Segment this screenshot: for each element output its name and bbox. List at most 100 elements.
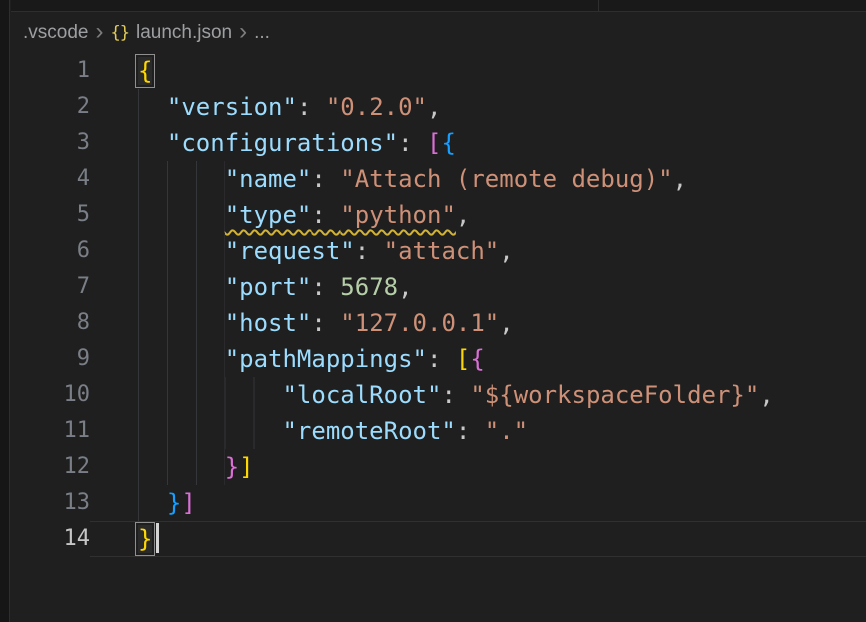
code-line[interactable]: 7 "port": 5678,	[11, 269, 866, 305]
line-number[interactable]: 10	[11, 377, 90, 413]
line-number[interactable]: 4	[11, 161, 90, 197]
code-token: ,	[759, 381, 773, 409]
code-token: }	[167, 489, 181, 517]
breadcrumb-symbol-ellipsis[interactable]: ...	[254, 22, 270, 44]
code-token: {	[441, 129, 455, 157]
line-number[interactable]: 8	[11, 305, 90, 341]
breadcrumb-folder[interactable]: .vscode	[23, 22, 88, 44]
chevron-right-icon: ›	[88, 18, 110, 49]
breadcrumb-file-label: launch.json	[136, 22, 232, 44]
matched-bracket: {	[138, 57, 152, 85]
code-token: :	[427, 345, 456, 373]
code-line-content[interactable]: "pathMappings": [{	[90, 341, 866, 377]
code-line-content[interactable]: "port": 5678,	[90, 269, 866, 305]
indent-guides	[138, 413, 282, 449]
indent-guides	[138, 161, 225, 197]
code-token: :	[311, 201, 340, 229]
indent-guides	[138, 233, 225, 269]
code-line-content[interactable]: }	[90, 521, 866, 557]
code-token: "type"	[225, 201, 312, 229]
indent-guides	[138, 341, 225, 377]
code-token: "localRoot"	[282, 381, 441, 409]
code-lines[interactable]: 1{2 "version": "0.2.0",3 "configurations…	[11, 53, 866, 557]
indent-guides	[138, 125, 167, 161]
line-number[interactable]: 2	[11, 89, 90, 125]
code-token: [	[427, 129, 441, 157]
code-token: }	[225, 453, 239, 481]
code-token: ,	[398, 273, 412, 301]
code-token: "0.2.0"	[326, 93, 427, 121]
line-number[interactable]: 3	[11, 125, 90, 161]
code-line[interactable]: 11 "remoteRoot": "."	[11, 413, 866, 449]
code-line[interactable]: 9 "pathMappings": [{	[11, 341, 866, 377]
code-line[interactable]: 12 }]	[11, 449, 866, 485]
line-number[interactable]: 11	[11, 413, 90, 449]
code-token: :	[456, 417, 485, 445]
matched-bracket: }	[138, 525, 152, 553]
code-token: "version"	[167, 93, 297, 121]
code-token: "${workspaceFolder}"	[470, 381, 759, 409]
code-token: "python"	[340, 201, 456, 229]
text-cursor	[156, 523, 159, 553]
code-token: :	[297, 93, 326, 121]
code-line[interactable]: 4 "name": "Attach (remote debug)",	[11, 161, 866, 197]
line-number[interactable]: 1	[11, 53, 90, 89]
window-left-edge	[0, 0, 10, 622]
code-line[interactable]: 2 "version": "0.2.0",	[11, 89, 866, 125]
code-token: :	[311, 273, 340, 301]
code-token: "Attach (remote debug)"	[340, 165, 672, 193]
code-line[interactable]: 1{	[11, 53, 866, 89]
line-number[interactable]: 12	[11, 449, 90, 485]
code-token: :	[398, 129, 427, 157]
warning-squiggle: "type": "python"	[225, 201, 456, 229]
code-token: ]	[239, 453, 253, 481]
tab-bar-remnant	[11, 0, 866, 12]
line-number[interactable]: 7	[11, 269, 90, 305]
code-token: "host"	[225, 309, 312, 337]
code-line[interactable]: 10 "localRoot": "${workspaceFolder}",	[11, 377, 866, 413]
code-token: "."	[485, 417, 528, 445]
code-line[interactable]: 14}	[11, 521, 866, 557]
indent-guides	[138, 449, 225, 485]
code-token: ,	[499, 237, 513, 265]
code-line-content[interactable]: "request": "attach",	[90, 233, 866, 269]
code-line[interactable]: 6 "request": "attach",	[11, 233, 866, 269]
code-line-content[interactable]: "configurations": [{	[90, 125, 866, 161]
breadcrumb-file[interactable]: {} launch.json	[110, 22, 232, 44]
line-number[interactable]: 5	[11, 197, 90, 233]
code-token: "name"	[225, 165, 312, 193]
code-line-content[interactable]: "localRoot": "${workspaceFolder}",	[90, 377, 866, 413]
code-line-content[interactable]: "type": "python",	[90, 197, 866, 233]
editor-pane: .vscode › {} launch.json › ... 1{2 "vers…	[11, 13, 866, 622]
code-token: ,	[427, 93, 441, 121]
code-token: "attach"	[384, 237, 500, 265]
code-line-content[interactable]: "version": "0.2.0",	[90, 89, 866, 125]
code-token: :	[311, 165, 340, 193]
breadcrumb: .vscode › {} launch.json › ...	[11, 13, 866, 53]
code-token: "127.0.0.1"	[340, 309, 499, 337]
code-line-content[interactable]: }]	[90, 449, 866, 485]
code-line[interactable]: 8 "host": "127.0.0.1",	[11, 305, 866, 341]
line-number[interactable]: 9	[11, 341, 90, 377]
code-line[interactable]: 3 "configurations": [{	[11, 125, 866, 161]
line-number[interactable]: 13	[11, 485, 90, 521]
code-token: ,	[499, 309, 513, 337]
code-token: :	[441, 381, 470, 409]
line-number[interactable]: 14	[11, 521, 90, 557]
code-line-content[interactable]: "host": "127.0.0.1",	[90, 305, 866, 341]
code-token: ,	[673, 165, 687, 193]
code-line-content[interactable]: {	[90, 53, 866, 89]
code-token: "port"	[225, 273, 312, 301]
indent-guides	[138, 485, 167, 521]
code-line-content[interactable]: "remoteRoot": "."	[90, 413, 866, 449]
line-number[interactable]: 6	[11, 233, 90, 269]
code-line[interactable]: 13 }]	[11, 485, 866, 521]
indent-guides	[138, 197, 225, 233]
code-line-content[interactable]: "name": "Attach (remote debug)",	[90, 161, 866, 197]
code-line[interactable]: 5 "type": "python",	[11, 197, 866, 233]
code-token: [	[456, 345, 470, 373]
indent-guides	[138, 89, 167, 125]
indent-guides	[138, 305, 225, 341]
code-token: {	[470, 345, 484, 373]
code-line-content[interactable]: }]	[90, 485, 866, 521]
